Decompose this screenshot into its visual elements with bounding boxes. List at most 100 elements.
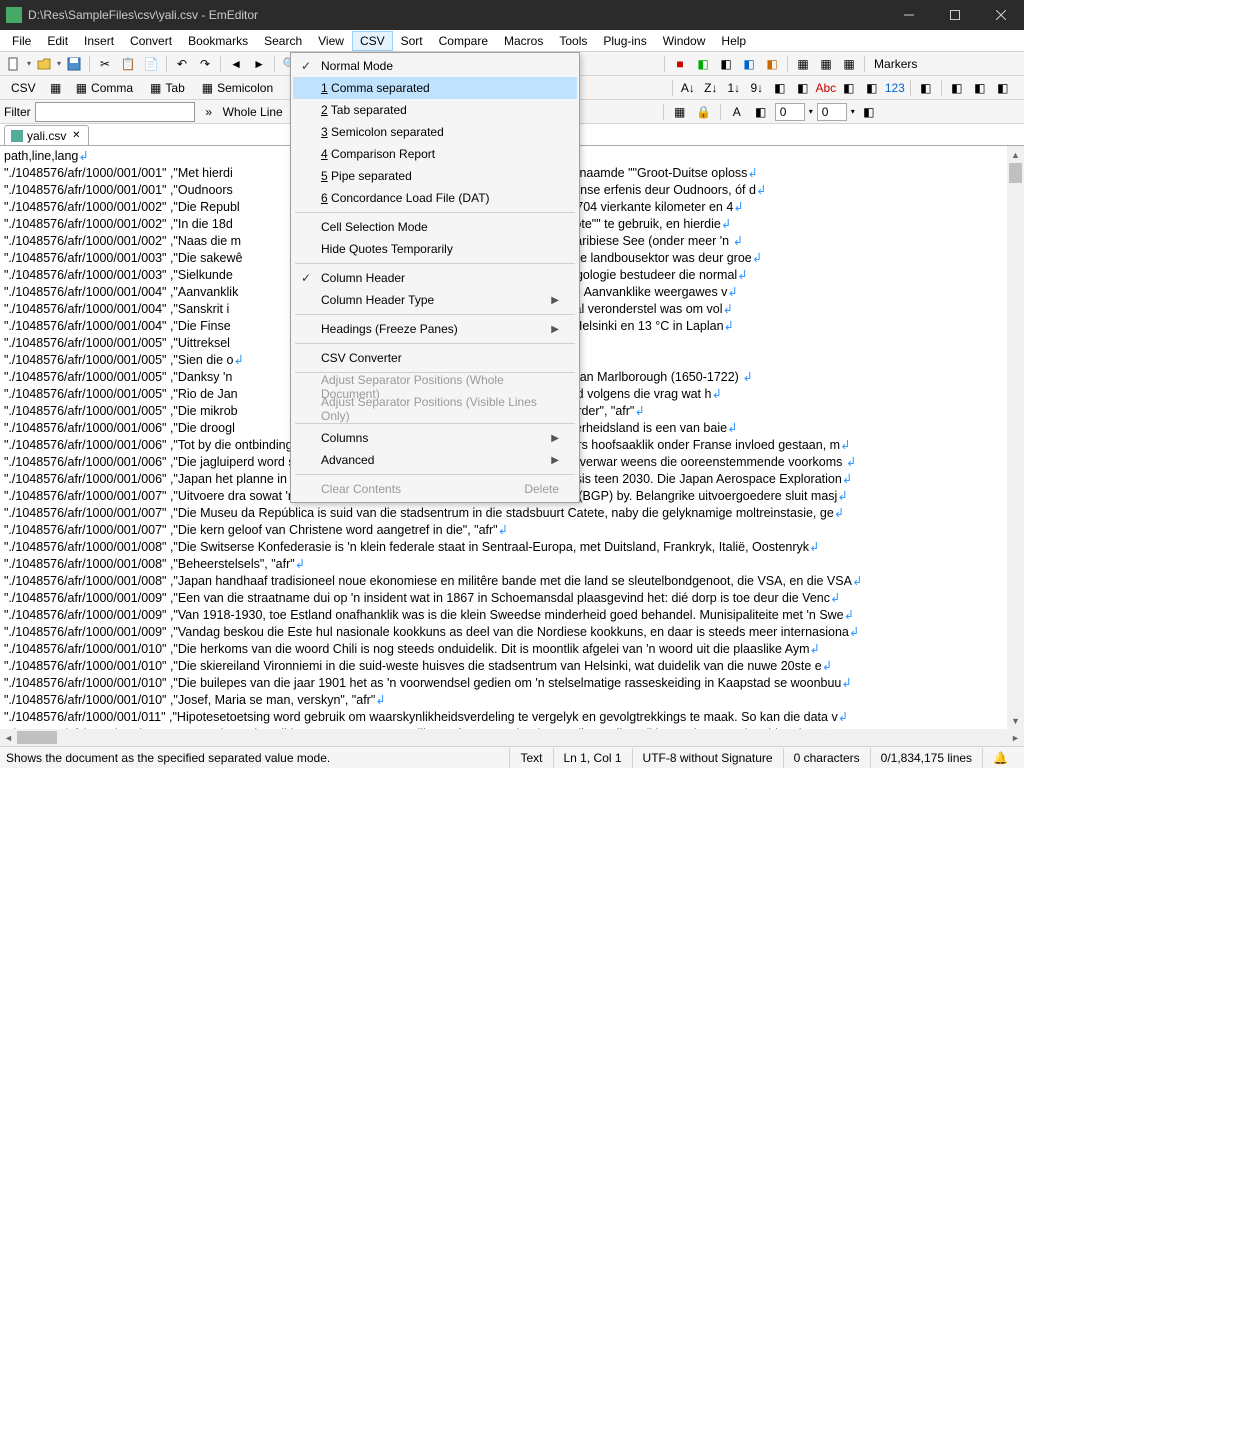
editor-line[interactable]: "./1048576/afr/1000/001/009" ,"Vandag be…: [4, 624, 1020, 641]
sort-button[interactable]: ◧: [793, 78, 813, 98]
menu-search[interactable]: Search: [256, 31, 310, 51]
tool-button[interactable]: ▦: [793, 54, 813, 74]
csv-menu-item[interactable]: Columns▶: [293, 427, 577, 449]
tool-button[interactable]: ◧: [862, 78, 882, 98]
tool-button[interactable]: ◧: [970, 78, 990, 98]
paste-button[interactable]: 📄: [141, 54, 161, 74]
tab-mode-button[interactable]: ▦ Tab: [143, 78, 192, 98]
csv-mode-button[interactable]: CSV: [4, 78, 43, 98]
back-button[interactable]: ◄: [226, 54, 246, 74]
csv-menu-item[interactable]: 6 Concordance Load File (DAT): [293, 187, 577, 209]
editor-line[interactable]: "./1048576/afr/1000/001/010" ,"Die skier…: [4, 658, 1020, 675]
csv-menu-item[interactable]: 5 Pipe separated: [293, 165, 577, 187]
tool-button[interactable]: 🔒: [694, 102, 714, 122]
tool-button[interactable]: ◧: [916, 78, 936, 98]
redo-button[interactable]: ↷: [195, 54, 215, 74]
csv-menu-item[interactable]: Cell Selection Mode: [293, 216, 577, 238]
semicolon-mode-button[interactable]: ▦ Semicolon: [195, 78, 280, 98]
copy-button[interactable]: 📋: [118, 54, 138, 74]
maximize-button[interactable]: [932, 0, 978, 30]
filter-input[interactable]: [35, 102, 195, 122]
menu-insert[interactable]: Insert: [76, 31, 122, 51]
close-button[interactable]: [978, 0, 1024, 30]
sort-button[interactable]: 1↓: [724, 78, 744, 98]
tool-button[interactable]: ◧: [762, 54, 782, 74]
file-tab[interactable]: yali.csv ✕: [4, 125, 89, 145]
horizontal-scroll-thumb[interactable]: [17, 731, 57, 744]
tool-button[interactable]: ◧: [739, 54, 759, 74]
editor-line[interactable]: "./1048576/afr/1000/001/010" ,"Die herko…: [4, 641, 1020, 658]
menu-window[interactable]: Window: [655, 31, 714, 51]
tool-button[interactable]: ◧: [993, 78, 1013, 98]
sort-desc-button[interactable]: Z↓: [701, 78, 721, 98]
vertical-scrollbar[interactable]: ▲ ▼: [1007, 146, 1024, 729]
forward-button[interactable]: ►: [249, 54, 269, 74]
menu-convert[interactable]: Convert: [122, 31, 180, 51]
whole-line-label[interactable]: Whole Line: [223, 105, 283, 119]
editor-line[interactable]: "./1048576/afr/1000/001/008" ,"Die Swits…: [4, 539, 1020, 556]
csv-menu-item[interactable]: 2 Tab separated: [293, 99, 577, 121]
menu-compare[interactable]: Compare: [431, 31, 496, 51]
minimize-button[interactable]: [886, 0, 932, 30]
scroll-down-button[interactable]: ▼: [1007, 712, 1024, 729]
spin-2[interactable]: [817, 103, 847, 121]
menu-tools[interactable]: Tools: [551, 31, 595, 51]
open-button[interactable]: [34, 54, 54, 74]
editor-line[interactable]: "./1048576/afr/1000/001/008" ,"Japan han…: [4, 573, 1020, 590]
spin-1[interactable]: [775, 103, 805, 121]
sort-button[interactable]: 9↓: [747, 78, 767, 98]
menu-view[interactable]: View: [310, 31, 352, 51]
sort-button[interactable]: ◧: [770, 78, 790, 98]
menu-file[interactable]: File: [4, 31, 39, 51]
editor-line[interactable]: "./1048576/afr/1000/001/008" ,"Beheerste…: [4, 556, 1020, 573]
menu-plugins[interactable]: Plug-ins: [595, 31, 654, 51]
editor-line[interactable]: "./1048576/afr/1000/001/010" ,"Josef, Ma…: [4, 692, 1020, 709]
notification-icon[interactable]: 🔔: [993, 748, 1018, 768]
csv-menu-item[interactable]: 1 Comma separated: [293, 77, 577, 99]
csv-menu-item[interactable]: Headings (Freeze Panes)▶: [293, 318, 577, 340]
horizontal-scrollbar[interactable]: ◄ ►: [0, 729, 1024, 746]
tool-button[interactable]: ▦: [816, 54, 836, 74]
tool-button[interactable]: A: [727, 102, 747, 122]
menu-bookmarks[interactable]: Bookmarks: [180, 31, 256, 51]
csv-menu-item[interactable]: CSV Converter: [293, 347, 577, 369]
normal-mode-button[interactable]: ▦: [46, 78, 66, 98]
tool-button[interactable]: ■: [670, 54, 690, 74]
csv-menu-item[interactable]: 3 Semicolon separated: [293, 121, 577, 143]
scroll-left-button[interactable]: ◄: [0, 729, 17, 746]
tool-button[interactable]: ◧: [859, 102, 879, 122]
csv-menu-item[interactable]: ✓Normal Mode: [293, 55, 577, 77]
menu-macros[interactable]: Macros: [496, 31, 551, 51]
csv-menu-item[interactable]: Advanced▶: [293, 449, 577, 471]
vertical-scroll-thumb[interactable]: [1009, 163, 1022, 183]
undo-button[interactable]: ↶: [172, 54, 192, 74]
tool-button[interactable]: ◧: [716, 54, 736, 74]
editor-line[interactable]: "./1048576/afr/1000/001/010" ,"Die buile…: [4, 675, 1020, 692]
filter-go-button[interactable]: »: [199, 102, 219, 122]
menu-csv[interactable]: CSV: [352, 31, 393, 51]
menu-edit[interactable]: Edit: [39, 31, 76, 51]
csv-menu-item[interactable]: Hide Quotes Temporarily: [293, 238, 577, 260]
scroll-up-button[interactable]: ▲: [1007, 146, 1024, 163]
csv-menu-item[interactable]: Column Header Type▶: [293, 289, 577, 311]
editor-line[interactable]: "./1048576/afr/1000/001/007" ,"Die Museu…: [4, 505, 1020, 522]
tool-button[interactable]: ◧: [751, 102, 771, 122]
csv-menu-item[interactable]: ✓Column Header: [293, 267, 577, 289]
tool-button[interactable]: ◧: [693, 54, 713, 74]
cut-button[interactable]: ✂: [95, 54, 115, 74]
editor-line[interactable]: "./1048576/afr/1000/001/009" ,"Een van d…: [4, 590, 1020, 607]
scroll-right-button[interactable]: ►: [1007, 729, 1024, 746]
csv-menu-item[interactable]: 4 Comparison Report: [293, 143, 577, 165]
tool-button[interactable]: ◧: [839, 78, 859, 98]
spellcheck-button[interactable]: Abc: [816, 78, 836, 98]
editor-line[interactable]: "./1048576/afr/1000/001/009" ,"Van 1918-…: [4, 607, 1020, 624]
tool-button[interactable]: ▦: [670, 102, 690, 122]
menu-sort[interactable]: Sort: [393, 31, 431, 51]
tab-close-button[interactable]: ✕: [70, 130, 82, 142]
new-button[interactable]: [4, 54, 24, 74]
save-button[interactable]: [64, 54, 84, 74]
editor-line[interactable]: "./1048576/afr/1000/001/011" ,"Hipoteset…: [4, 709, 1020, 726]
sort-asc-button[interactable]: A↓: [678, 78, 698, 98]
tool-button[interactable]: ▦: [839, 54, 859, 74]
tool-button[interactable]: ◧: [947, 78, 967, 98]
